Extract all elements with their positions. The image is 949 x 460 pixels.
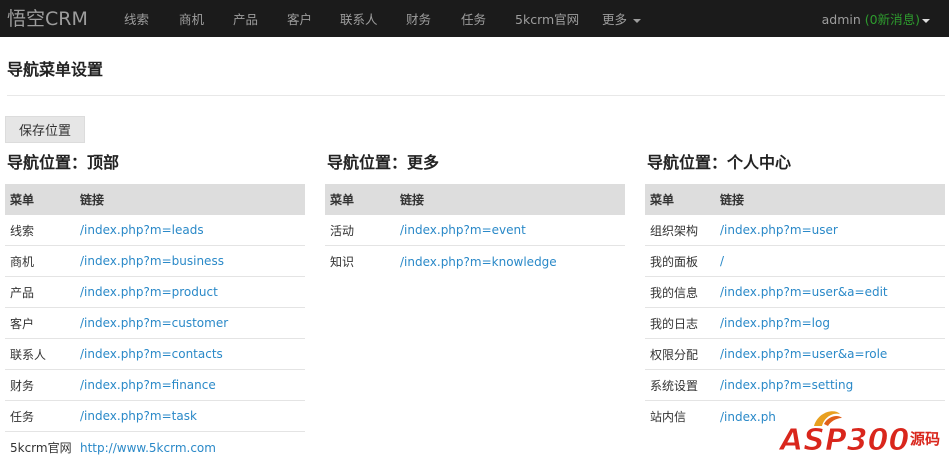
menu-name: 财务 bbox=[10, 378, 35, 393]
menu-name: 客户 bbox=[10, 316, 35, 331]
nav-item-business[interactable]: 商机 bbox=[179, 9, 204, 28]
menu-name: 活动 bbox=[330, 223, 355, 238]
menu-name: 线索 bbox=[10, 223, 35, 238]
nav-more-label: 更多 bbox=[602, 12, 628, 27]
menu-link[interactable]: /index.php?m=event bbox=[400, 223, 625, 237]
menu-name: 我的日志 bbox=[650, 316, 699, 331]
table-row: 产品/index.php?m=product bbox=[5, 277, 305, 308]
table-row: 联系人/index.php?m=contacts bbox=[5, 339, 305, 370]
menu-name: 权限分配 bbox=[650, 347, 699, 362]
table-row: 财务/index.php?m=finance bbox=[5, 370, 305, 401]
menu-link[interactable]: / bbox=[720, 254, 945, 268]
nav-item-leads[interactable]: 线索 bbox=[124, 9, 149, 28]
menu-name: 我的信息 bbox=[650, 285, 699, 300]
menu-link[interactable]: /index.php?m=user&a=role bbox=[720, 347, 945, 361]
top-navbar: 悟空CRM 线索 商机 产品 客户 联系人 财务 任务 5kcrm官网 更多 a… bbox=[0, 0, 949, 37]
menu-link[interactable]: /index.php?m=contacts bbox=[80, 347, 305, 361]
table-row: 组织架构/index.php?m=user bbox=[645, 215, 945, 246]
page-title: 导航菜单设置 bbox=[7, 60, 104, 79]
watermark-sub: 源码 bbox=[910, 430, 940, 448]
header-link: 链接 bbox=[720, 193, 745, 207]
menu-name: 5kcrm官网 bbox=[10, 441, 72, 455]
table-row: 商机/index.php?m=business bbox=[5, 246, 305, 277]
menu-name: 组织架构 bbox=[650, 223, 699, 238]
menu-link[interactable]: /index.php?m=business bbox=[80, 254, 305, 268]
asp300-watermark-logo: ASP300 源码 bbox=[778, 411, 940, 458]
menu-link[interactable]: /index.php?m=customer bbox=[80, 316, 305, 330]
header-menu: 菜单 bbox=[330, 193, 355, 207]
menu-link[interactable]: /index.php?m=finance bbox=[80, 378, 305, 392]
menu-name: 联系人 bbox=[10, 347, 47, 362]
caret-down-icon bbox=[922, 18, 930, 23]
menu-link[interactable]: /index.php?m=setting bbox=[720, 378, 945, 392]
divider bbox=[7, 95, 945, 96]
menu-link[interactable]: /index.php?m=user bbox=[720, 223, 945, 237]
section-title: 导航位置：更多 bbox=[327, 153, 440, 172]
nav-item-contacts[interactable]: 联系人 bbox=[340, 9, 378, 28]
section-title: 导航位置：顶部 bbox=[7, 153, 120, 172]
menu-name: 任务 bbox=[10, 409, 35, 424]
menu-link[interactable]: /index.php?m=leads bbox=[80, 223, 305, 237]
table-header: 菜单 链接 bbox=[325, 184, 625, 215]
menu-link[interactable]: http://www.5kcrm.com bbox=[80, 441, 305, 455]
section-title: 导航位置：个人中心 bbox=[647, 153, 792, 172]
menu-link[interactable]: /index.php?m=user&a=edit bbox=[720, 285, 945, 299]
nav-item-product[interactable]: 产品 bbox=[233, 9, 258, 28]
nav-section-top: 导航位置：顶部 菜单 链接 线索/index.php?m=leads 商机/in… bbox=[5, 152, 305, 460]
header-link: 链接 bbox=[80, 193, 105, 207]
menu-name: 我的面板 bbox=[650, 254, 699, 269]
menu-link[interactable]: /index.php?m=log bbox=[720, 316, 945, 330]
table-row: 权限分配/index.php?m=user&a=role bbox=[645, 339, 945, 370]
menu-name: 站内信 bbox=[650, 410, 687, 424]
brand-logo[interactable]: 悟空CRM bbox=[7, 4, 88, 31]
user-menu[interactable]: admin (0新消息) bbox=[822, 9, 930, 28]
new-messages-count[interactable]: (0新消息) bbox=[865, 12, 920, 27]
table-row: 系统设置/index.php?m=setting bbox=[645, 370, 945, 401]
nav-item-task[interactable]: 任务 bbox=[461, 9, 486, 28]
watermark-text: ASP300 bbox=[778, 423, 909, 458]
menu-link[interactable]: /index.php?m=product bbox=[80, 285, 305, 299]
nav-section-personal: 导航位置：个人中心 菜单 链接 组织架构/index.php?m=user 我的… bbox=[645, 152, 945, 432]
nav-item-finance[interactable]: 财务 bbox=[406, 9, 431, 28]
header-link: 链接 bbox=[400, 193, 425, 207]
header-menu: 菜单 bbox=[10, 193, 35, 207]
menu-link[interactable]: /index.php?m=knowledge bbox=[400, 255, 625, 269]
table-row: 我的面板 / bbox=[645, 246, 945, 277]
menu-name: 系统设置 bbox=[650, 378, 699, 393]
username: admin bbox=[821, 12, 861, 27]
table-row: 知识/index.php?m=knowledge bbox=[325, 246, 625, 277]
menu-link[interactable]: /index.php?m=task bbox=[80, 409, 305, 423]
table-header: 菜单 链接 bbox=[5, 184, 305, 215]
table-row: 线索/index.php?m=leads bbox=[5, 215, 305, 246]
table-row: 5kcrm官网 http://www.5kcrm.com bbox=[5, 432, 305, 460]
nav-more-dropdown[interactable]: 更多 bbox=[602, 9, 642, 28]
table-header: 菜单 链接 bbox=[645, 184, 945, 215]
header-menu: 菜单 bbox=[650, 193, 675, 207]
menu-name: 知识 bbox=[330, 255, 355, 269]
table-row: 我的信息/index.php?m=user&a=edit bbox=[645, 277, 945, 308]
table-row: 客户/index.php?m=customer bbox=[5, 308, 305, 339]
menu-name: 商机 bbox=[10, 254, 35, 269]
table-row: 任务/index.php?m=task bbox=[5, 401, 305, 432]
caret-down-icon bbox=[633, 18, 642, 23]
table-row: 我的日志/index.php?m=log bbox=[645, 308, 945, 339]
table-row: 活动/index.php?m=event bbox=[325, 215, 625, 246]
nav-item-official-site[interactable]: 5kcrm官网 bbox=[515, 9, 579, 28]
save-position-button[interactable]: 保存位置 bbox=[5, 116, 85, 143]
nav-item-customer[interactable]: 客户 bbox=[287, 9, 312, 28]
menu-name: 产品 bbox=[10, 285, 35, 300]
nav-section-more: 导航位置：更多 菜单 链接 活动/index.php?m=event 知识/in… bbox=[325, 152, 625, 277]
